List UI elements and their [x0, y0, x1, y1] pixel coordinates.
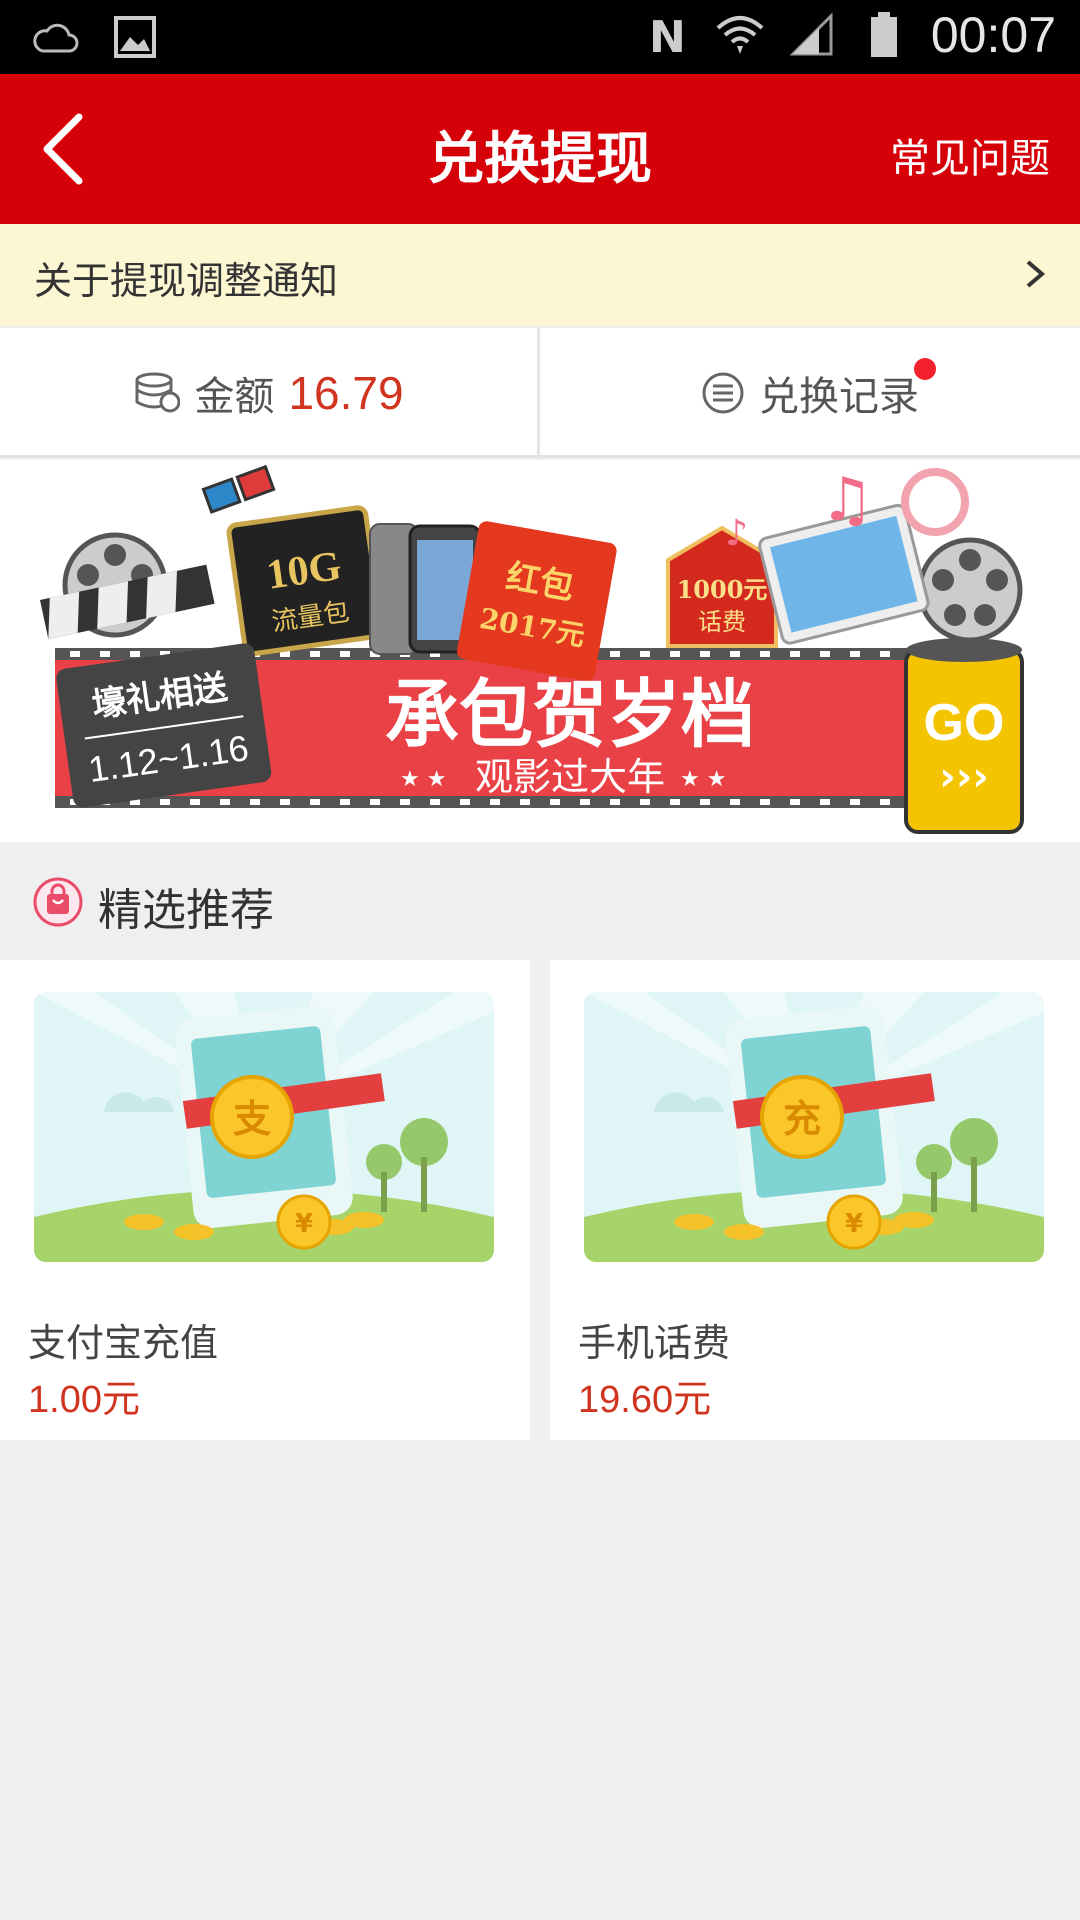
- title-bar: 兑换提现 常见问题: [0, 74, 1080, 224]
- cloud-icon: [30, 12, 80, 62]
- product-name: 手机话费: [578, 1321, 731, 1365]
- section-title: 精选推荐: [98, 885, 274, 936]
- divider: [537, 328, 540, 458]
- battery-icon: [859, 10, 909, 60]
- section-header: 精选推荐: [0, 842, 1080, 960]
- svg-text:N: N: [649, 12, 686, 58]
- stats-row: 金额 16.79 兑换记录: [0, 328, 1080, 458]
- go-button-graphic: GO ›››: [904, 638, 1024, 834]
- product-image: 支 ¥: [34, 992, 494, 1262]
- amount-label: 金额: [194, 374, 275, 420]
- banner-bill-sub: 话费: [698, 608, 746, 636]
- notice-text: 关于提现调整通知: [34, 259, 339, 303]
- nfc-icon: N: [643, 10, 693, 60]
- product-price: 1.00元: [28, 1379, 140, 1421]
- banner-headline: 承包贺岁档: [385, 672, 755, 758]
- faq-link[interactable]: 常见问题: [890, 126, 1050, 184]
- image-icon: [110, 12, 160, 62]
- promo-banner[interactable]: 10G 流量包 红包 2017元 1000元 话费 ♫ ♪ 壕礼相送 1.12~…: [0, 460, 1080, 842]
- notification-dot: [914, 358, 936, 380]
- banner-subline: 观影过大年: [475, 755, 665, 799]
- coins-icon: [135, 372, 181, 413]
- svg-text:¥: ¥: [295, 1209, 313, 1239]
- banner-bill-text: 1000元: [677, 575, 768, 604]
- svg-text:›››: ›››: [939, 754, 988, 800]
- signal-icon: [787, 10, 837, 60]
- coin-label: 充: [783, 1097, 821, 1141]
- product-card-alipay[interactable]: 支 ¥ 支付宝充值 1.00元: [0, 960, 530, 1440]
- svg-text:¥: ¥: [845, 1209, 863, 1239]
- wifi-icon: [715, 10, 765, 60]
- product-price: 19.60元: [578, 1379, 712, 1421]
- notice-bar[interactable]: 关于提现调整通知: [0, 224, 1080, 326]
- amount-value: 16.79: [288, 367, 404, 419]
- banner-go-label: GO: [924, 694, 1005, 752]
- product-card-phone-bill[interactable]: 充 ¥ 手机话费 19.60元: [550, 960, 1080, 1440]
- status-bar: N 00:07: [0, 0, 1080, 74]
- svg-text:♪: ♪: [725, 513, 748, 554]
- records-label: 兑换记录: [759, 374, 919, 420]
- coin-label: 支: [233, 1097, 271, 1141]
- product-image: 充 ¥: [584, 992, 1044, 1262]
- product-name: 支付宝充值: [28, 1321, 219, 1365]
- amount-panel[interactable]: 金额 16.79: [0, 328, 538, 458]
- chevron-right-icon: [1026, 260, 1046, 288]
- svg-text:★ ★: ★ ★: [400, 767, 446, 792]
- list-circle-icon: [702, 372, 744, 414]
- clock: 00:07: [930, 7, 1056, 63]
- banner-artwork: 10G 流量包 红包 2017元 1000元 话费 ♫ ♪ 壕礼相送 1.12~…: [40, 464, 1024, 834]
- svg-text:♫: ♫: [820, 465, 874, 535]
- film-reel-right: [917, 537, 1023, 643]
- product-grid: 支 ¥ 支付宝充值 1.00元 充 ¥ 手机话费 19.60元: [0, 960, 1080, 1440]
- records-panel[interactable]: 兑换记录: [541, 328, 1079, 458]
- shopping-bag-icon: [33, 877, 83, 927]
- svg-text:★ ★: ★ ★: [680, 767, 726, 792]
